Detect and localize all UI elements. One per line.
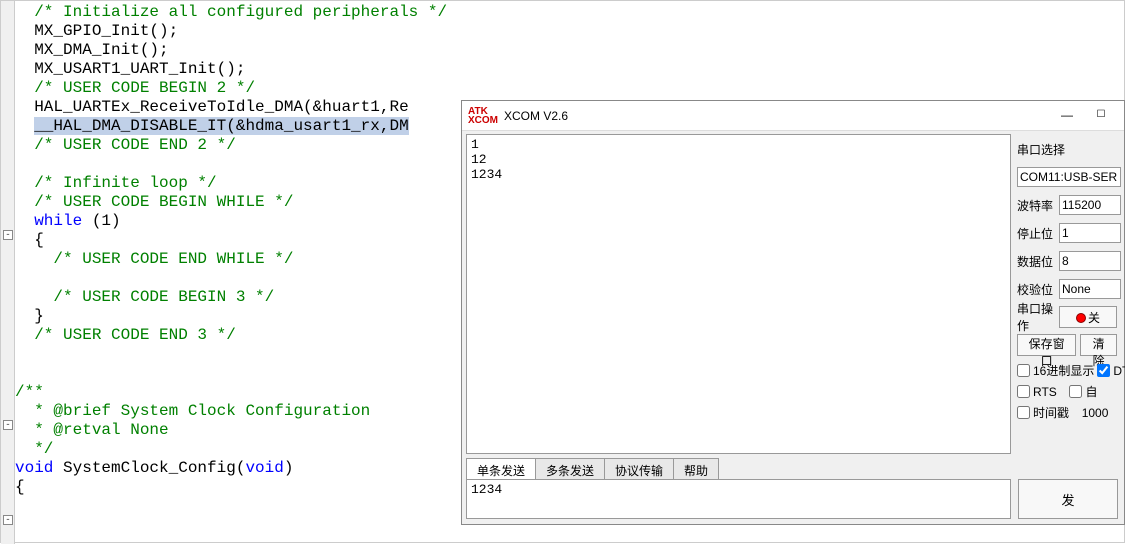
stop-label: 停止位 [1017, 225, 1059, 242]
serial-output[interactable]: 1 12 1234 [466, 134, 1011, 454]
code-line: /* USER CODE END 3 */ [15, 326, 236, 344]
window-title: XCOM V2.6 [504, 109, 1050, 123]
parity-select[interactable] [1059, 279, 1121, 299]
code-line: /* USER CODE BEGIN 2 */ [15, 79, 255, 97]
code-line: * @brief System Clock Configuration [15, 402, 370, 420]
hex-display-label: 16进制显示 [1033, 362, 1094, 379]
baud-label: 波特率 [1017, 197, 1059, 214]
fold-marker[interactable]: - [3, 515, 13, 525]
hex-display-checkbox[interactable] [1017, 364, 1030, 377]
save-window-button[interactable]: 保存窗口 [1017, 334, 1076, 356]
code-line: /* USER CODE END WHILE */ [15, 250, 293, 268]
port-label: 串口选择 [1017, 141, 1065, 158]
maximize-button[interactable]: ☐ [1084, 105, 1118, 127]
code-line: * @retval None [15, 421, 169, 439]
timestamp-value: 1000 [1082, 406, 1109, 420]
code-line: { [15, 231, 44, 249]
rts-checkbox[interactable] [1017, 385, 1030, 398]
code-line: /* Infinite loop */ [15, 174, 217, 192]
data-label: 数据位 [1017, 253, 1059, 270]
code-line: /* USER CODE BEGIN 3 */ [15, 288, 274, 306]
auto-checkbox[interactable] [1069, 385, 1082, 398]
app-logo: ATKXCOM [468, 107, 498, 125]
dtr-checkbox[interactable] [1097, 364, 1110, 377]
code-highlight: __HAL_DMA_DISABLE_IT(&hdma_usart1_rx,DM [34, 117, 408, 135]
code-line: } [15, 307, 44, 325]
fold-marker[interactable]: - [3, 230, 13, 240]
code-line: /** [15, 383, 44, 401]
minimize-button[interactable]: — [1050, 105, 1084, 127]
titlebar[interactable]: ATKXCOM XCOM V2.6 — ☐ [462, 101, 1124, 131]
code-line: MX_DMA_Init(); [15, 41, 169, 59]
send-input[interactable]: 1234 [466, 479, 1011, 519]
keyword: void [15, 459, 53, 477]
xcom-window: ATKXCOM XCOM V2.6 — ☐ 1 12 1234 串口选择 波特率… [461, 100, 1125, 525]
code-line: MX_GPIO_Init(); [15, 22, 178, 40]
rts-label: RTS [1033, 385, 1057, 399]
baud-select[interactable] [1059, 195, 1121, 215]
code-line: /* USER CODE END 2 */ [15, 136, 236, 154]
port-toggle-button[interactable]: 关 [1059, 306, 1117, 328]
code-line: MX_USART1_UART_Init(); [15, 60, 245, 78]
code-line: HAL_UARTEx_ReceiveToIdle_DMA(&huart1,Re [15, 98, 409, 116]
data-select[interactable] [1059, 251, 1121, 271]
dtr-label: DT [1113, 364, 1125, 378]
timestamp-label: 时间戳 [1033, 404, 1069, 421]
auto-label: 自 [1085, 383, 1097, 400]
code-area[interactable]: /* Initialize all configured peripherals… [15, 3, 447, 497]
status-dot-icon [1076, 313, 1086, 323]
send-button[interactable]: 发 [1018, 479, 1118, 519]
keyword: void [245, 459, 283, 477]
timestamp-checkbox[interactable] [1017, 406, 1030, 419]
code-line: /* USER CODE BEGIN WHILE */ [15, 193, 293, 211]
side-panel: 串口选择 波特率 停止位 数据位 校验位 串口操作关 保存窗口清除 16进制显示… [1015, 134, 1123, 454]
keyword: while [34, 212, 82, 230]
code-line: { [15, 478, 25, 496]
fold-marker[interactable]: - [3, 420, 13, 430]
op-label: 串口操作 [1017, 300, 1059, 334]
parity-label: 校验位 [1017, 281, 1059, 298]
port-select[interactable] [1017, 167, 1121, 187]
code-line: */ [15, 440, 53, 458]
stop-select[interactable] [1059, 223, 1121, 243]
gutter: - - - [1, 1, 15, 544]
code-line [15, 117, 34, 135]
code-line: /* Initialize all configured peripherals… [15, 3, 447, 21]
clear-button[interactable]: 清除 [1080, 334, 1117, 356]
